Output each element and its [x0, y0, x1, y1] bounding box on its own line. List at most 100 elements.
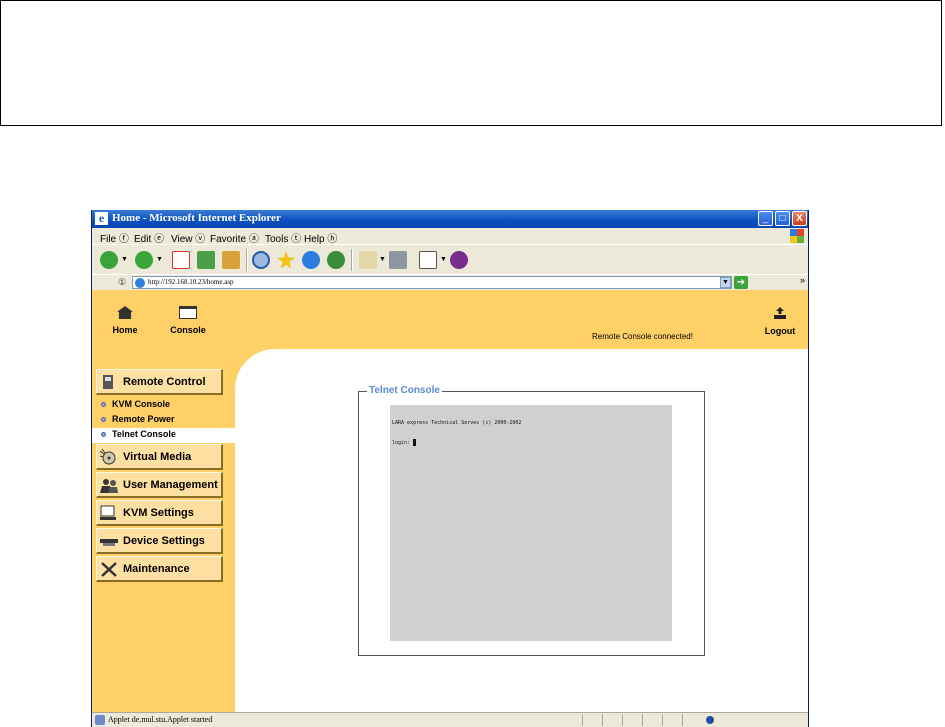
menu-view[interactable]: View ⓥ	[171, 230, 205, 245]
bullet-icon	[101, 417, 106, 422]
status-divider	[662, 714, 663, 726]
back-dropdown-icon[interactable]: ▼	[121, 256, 128, 263]
edit-page-icon[interactable]	[419, 251, 437, 269]
ie-logo-icon: e	[95, 212, 108, 225]
media-icon[interactable]	[302, 251, 320, 269]
mail-icon[interactable]	[359, 251, 377, 269]
toolbar: ▼ ▼ ▼ ▼	[92, 244, 808, 275]
remote-control-icon	[103, 375, 113, 389]
kvm-settings-icon	[100, 505, 116, 520]
telnet-console-title: Telnet Console	[367, 385, 442, 396]
forward-icon[interactable]	[135, 251, 153, 269]
console-nav-button[interactable]: Console	[163, 306, 213, 335]
empty-top-box	[0, 0, 942, 126]
kvm-settings-label: KVM Settings	[123, 507, 194, 519]
toolbar-overflow-icon[interactable]: »	[800, 275, 805, 285]
page-content: Home Console Remote Console connected! L…	[92, 290, 808, 713]
console-label: Console	[170, 325, 206, 335]
sidebar-sub-kvm-console[interactable]: KVM Console	[92, 398, 235, 413]
status-divider	[582, 714, 583, 726]
logout-button[interactable]: Logout	[755, 306, 805, 336]
edit-dropdown-icon[interactable]: ▼	[440, 256, 447, 263]
sidebar-sub-remote-power[interactable]: Remote Power	[92, 413, 235, 428]
sidebar-item-remote-control[interactable]: Remote Control	[96, 369, 223, 395]
virtual-media-label: Virtual Media	[123, 451, 192, 463]
address-input[interactable]: http://192.168.10.23/home.asp	[132, 276, 732, 289]
remote-control-label: Remote Control	[123, 376, 206, 388]
status-bar-text: Applet de.mul.stu.Applet started	[108, 715, 213, 724]
menu-tools[interactable]: Tools ⓣ	[265, 230, 301, 245]
toolbar-divider	[351, 249, 353, 271]
menu-file[interactable]: File ⓕ	[100, 230, 129, 245]
window-title: Home - Microsoft Internet Explorer	[112, 212, 281, 224]
sidebar-item-kvm-settings[interactable]: KVM Settings	[96, 500, 223, 526]
connection-status: Remote Console connected!	[592, 332, 693, 341]
refresh-icon[interactable]	[197, 251, 215, 269]
back-icon[interactable]	[100, 251, 118, 269]
logout-label: Logout	[764, 326, 796, 336]
sidebar-item-maintenance[interactable]: Maintenance	[96, 556, 223, 582]
terminal-banner: LARA express Technical Serves (c) 2000-2…	[392, 420, 522, 426]
bullet-icon	[101, 402, 106, 407]
go-arrow-icon[interactable]: ➔	[734, 276, 748, 289]
address-label: ①	[118, 277, 127, 287]
virtual-media-icon	[99, 448, 116, 465]
kvm-console-label: KVM Console	[112, 399, 171, 409]
address-url: http://192.168.10.23/home.asp	[148, 278, 234, 286]
title-bar[interactable]: e Home - Microsoft Internet Explorer _ □…	[92, 210, 808, 228]
internet-zone-icon	[706, 716, 714, 724]
sidebar-item-user-management[interactable]: User Management	[96, 472, 223, 498]
toolbar-divider	[246, 249, 248, 271]
terminal-prompt: login:	[392, 439, 417, 446]
stop-icon[interactable]	[172, 251, 190, 269]
windows-flag-icon	[790, 229, 804, 243]
home-nav-button[interactable]: Home	[100, 306, 150, 335]
remote-power-label: Remote Power	[112, 414, 175, 424]
messenger-icon[interactable]	[450, 251, 468, 269]
mail-dropdown-icon[interactable]: ▼	[379, 256, 386, 263]
terminal-cursor	[413, 439, 417, 446]
home-icon	[117, 306, 133, 319]
status-divider	[682, 714, 683, 726]
user-management-label: User Management	[123, 479, 218, 491]
logout-icon	[774, 307, 786, 319]
page-header: Home Console Remote Console connected! L…	[92, 290, 808, 349]
page-icon	[135, 278, 145, 288]
minimize-button[interactable]: _	[758, 211, 773, 226]
maintenance-tools-icon	[101, 562, 117, 577]
telnet-console-label: Telnet Console	[112, 429, 176, 439]
telnet-terminal[interactable]: LARA express Technical Serves (c) 2000-2…	[390, 405, 672, 641]
sidebar-item-device-settings[interactable]: Device Settings	[96, 528, 223, 554]
content-corner	[235, 349, 275, 389]
search-icon[interactable]	[252, 251, 270, 269]
bullet-icon	[101, 432, 106, 437]
device-settings-icon	[100, 539, 118, 546]
favorites-star-icon[interactable]	[277, 251, 295, 269]
sidebar-sub-telnet-console[interactable]: Telnet Console	[92, 428, 235, 443]
maintenance-label: Maintenance	[123, 563, 190, 575]
sidebar-item-virtual-media[interactable]: Virtual Media	[96, 444, 223, 470]
user-management-icon	[100, 479, 118, 493]
home-label: Home	[112, 325, 138, 335]
menu-help[interactable]: Help ⓗ	[304, 230, 337, 245]
console-icon	[179, 306, 197, 319]
forward-dropdown-icon[interactable]: ▼	[156, 256, 163, 263]
print-icon[interactable]	[389, 251, 407, 269]
status-bar: Applet de.mul.stu.Applet started	[92, 712, 808, 727]
home-toolbar-icon[interactable]	[222, 251, 240, 269]
device-settings-label: Device Settings	[123, 535, 205, 547]
maximize-button[interactable]: □	[775, 211, 790, 226]
sidebar: Remote Control KVM Console Remote Power …	[92, 349, 235, 713]
browser-window: e Home - Microsoft Internet Explorer _ □…	[91, 210, 809, 727]
address-dropdown-icon[interactable]: ▼	[720, 277, 731, 288]
telnet-console-panel: Telnet Console LARA express Technical Se…	[358, 385, 705, 656]
history-icon[interactable]	[327, 251, 345, 269]
menu-edit[interactable]: Edit ⓔ	[134, 230, 164, 245]
applet-icon	[95, 715, 105, 725]
close-button[interactable]: X	[792, 211, 807, 226]
menu-favorite[interactable]: Favorite ⓐ	[210, 230, 259, 245]
address-bar: ① http://192.168.10.23/home.asp ▼ ➔ »	[92, 274, 808, 291]
status-divider	[602, 714, 603, 726]
menu-bar: File ⓕ Edit ⓔ View ⓥ Favorite ⓐ Tools ⓣ …	[92, 228, 808, 245]
status-divider	[642, 714, 643, 726]
